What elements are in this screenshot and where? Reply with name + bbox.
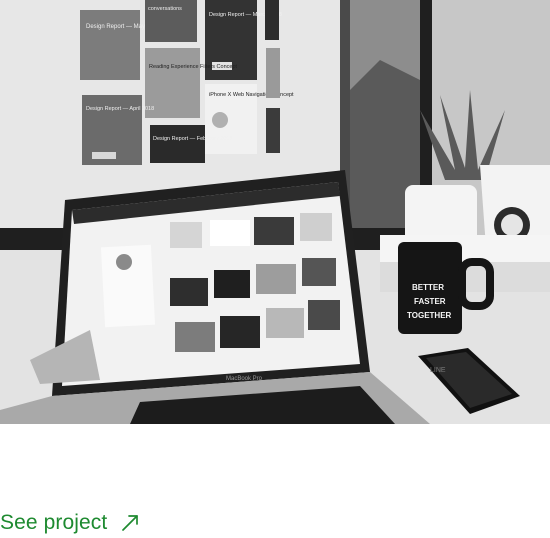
- screen-card-8: [265, 0, 280, 153]
- svg-text:conversations: conversations: [148, 6, 182, 12]
- see-project-link[interactable]: See project: [0, 508, 139, 538]
- svg-text:FASTER: FASTER: [414, 297, 446, 306]
- desk-photo: Design Report — May 2018 conversations D…: [0, 0, 550, 424]
- project-image[interactable]: Design Report — May 2018 conversations D…: [0, 0, 550, 424]
- svg-text:Reading Experience Filters Con: Reading Experience Filters Concept: [149, 64, 238, 70]
- see-project-label: See project: [0, 511, 108, 534]
- svg-text:LINE: LINE: [430, 367, 446, 374]
- project-card[interactable]: Design Report — May 2018 conversations D…: [0, 0, 550, 535]
- svg-text:iPhone X Web Navigation Concep: iPhone X Web Navigation Concept: [209, 92, 294, 98]
- arrow-up-right-icon: [121, 514, 139, 532]
- screen-card-2: conversations: [145, 0, 197, 42]
- svg-text:Design Report — February 2018: Design Report — February 2018: [153, 136, 232, 142]
- svg-text:TOGETHER: TOGETHER: [407, 311, 452, 320]
- svg-text:BETTER: BETTER: [412, 283, 444, 292]
- svg-text:Design Report — April 2018: Design Report — April 2018: [86, 106, 154, 112]
